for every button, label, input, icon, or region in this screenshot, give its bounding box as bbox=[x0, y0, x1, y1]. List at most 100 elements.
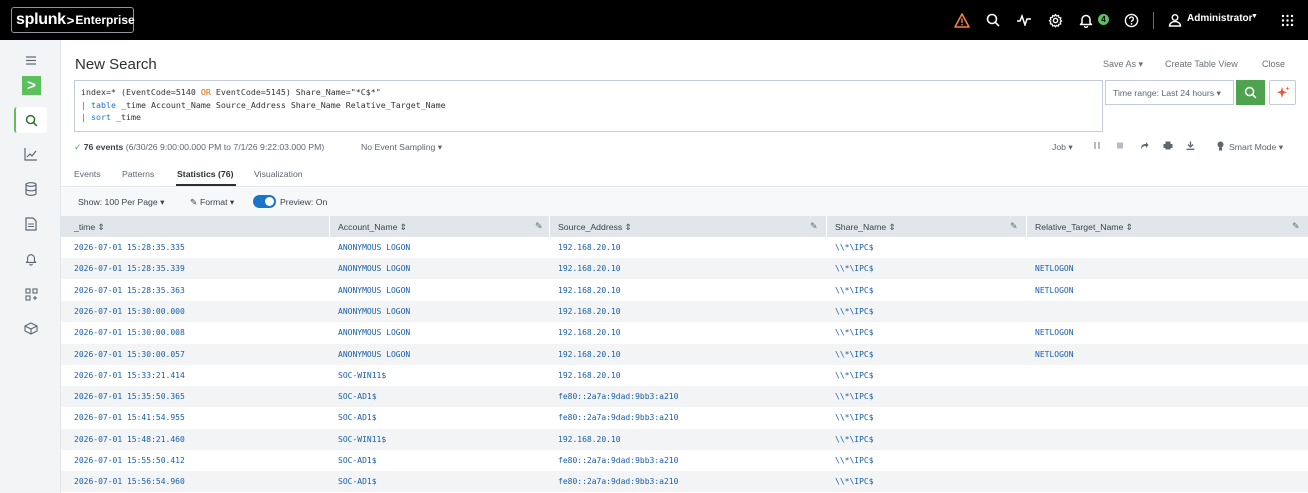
cell-relative-target-name[interactable]: NETLOGON bbox=[1035, 286, 1074, 295]
chevron-down-icon[interactable]: ▼ bbox=[1251, 13, 1258, 20]
cell-time[interactable]: 2026-07-01 15:35:50.365 bbox=[74, 392, 185, 401]
cell-account-name[interactable]: ANONYMOUS LOGON bbox=[338, 286, 410, 295]
cell-share-name[interactable]: \\*\IPC$ bbox=[835, 456, 874, 465]
cell-share-name[interactable]: \\*\IPC$ bbox=[835, 413, 874, 422]
cell-time[interactable]: 2026-07-01 15:48:21.460 bbox=[74, 435, 185, 444]
cell-time[interactable]: 2026-07-01 15:33:21.414 bbox=[74, 371, 185, 380]
cell-source-address[interactable]: fe80::2a7a:9dad:9bb3:a210 bbox=[558, 413, 678, 422]
table-row[interactable]: 2026-07-01 15:48:21.460 SOC-WIN11$ 192.168… bbox=[61, 428, 1308, 450]
cell-account-name[interactable]: SOC-AD1$ bbox=[338, 456, 377, 465]
user-menu-label[interactable]: Administrator bbox=[1187, 13, 1253, 24]
cell-source-address[interactable]: 192.168.20.10 bbox=[558, 328, 621, 337]
edit-column-icon[interactable]: ✎ bbox=[1010, 221, 1018, 232]
column-header-source-address[interactable]: Source_Address ⇕ bbox=[558, 216, 632, 237]
create-table-view-link[interactable]: Create Table View bbox=[1165, 59, 1238, 69]
share-icon[interactable] bbox=[1140, 141, 1149, 152]
splunk-logo[interactable]: splunk > Enterprise bbox=[11, 7, 135, 33]
packages-icon[interactable] bbox=[21, 318, 41, 338]
cell-source-address[interactable]: 192.168.20.10 bbox=[558, 350, 621, 359]
save-as-menu[interactable]: Save As ▾ bbox=[1103, 59, 1143, 70]
cell-source-address[interactable]: 192.168.20.10 bbox=[558, 243, 621, 252]
table-row[interactable]: 2026-07-01 15:28:35.335 ANONYMOUS LOGON 19… bbox=[61, 237, 1308, 258]
cell-share-name[interactable]: \\*\IPC$ bbox=[835, 435, 874, 444]
column-header-account-name[interactable]: Account_Name ⇕ bbox=[338, 216, 407, 237]
event-sampling-dropdown[interactable]: No Event Sampling ▾ bbox=[361, 142, 442, 153]
cell-account-name[interactable]: ANONYMOUS LOGON bbox=[338, 328, 410, 337]
table-row[interactable]: 2026-07-01 15:56:54.960 SOC-AD1$ fe80::2a7… bbox=[61, 471, 1308, 493]
run-search-button[interactable] bbox=[1236, 80, 1265, 105]
cell-share-name[interactable]: \\*\IPC$ bbox=[835, 328, 874, 337]
cell-time[interactable]: 2026-07-01 15:28:35.339 bbox=[74, 264, 185, 273]
table-row[interactable]: 2026-07-01 15:41:54.955 SOC-AD1$ fe80::2a7… bbox=[61, 407, 1308, 428]
bell-icon[interactable] bbox=[1077, 11, 1095, 29]
cell-time[interactable]: 2026-07-01 15:28:35.363 bbox=[74, 286, 185, 295]
activity-icon[interactable] bbox=[1015, 11, 1033, 29]
cell-time[interactable]: 2026-07-01 15:55:50.412 bbox=[74, 456, 185, 465]
cell-time[interactable]: 2026-07-01 15:56:54.960 bbox=[74, 477, 185, 486]
cell-share-name[interactable]: \\*\IPC$ bbox=[835, 243, 874, 252]
ai-assistant-button[interactable] bbox=[1269, 80, 1296, 105]
user-icon[interactable] bbox=[1166, 11, 1184, 29]
cell-time[interactable]: 2026-07-01 15:30:00.000 bbox=[74, 307, 185, 316]
cell-time[interactable]: 2026-07-01 15:30:00.008 bbox=[74, 328, 185, 337]
cell-share-name[interactable]: \\*\IPC$ bbox=[835, 307, 874, 316]
warning-icon[interactable] bbox=[953, 11, 971, 29]
cell-share-name[interactable]: \\*\IPC$ bbox=[835, 350, 874, 359]
cell-share-name[interactable]: \\*\IPC$ bbox=[835, 286, 874, 295]
apps-grid-icon[interactable] bbox=[1278, 11, 1296, 29]
tab-events[interactable]: Events bbox=[74, 169, 101, 179]
cell-source-address[interactable]: 192.168.20.10 bbox=[558, 264, 621, 273]
table-row[interactable]: 2026-07-01 15:33:21.414 SOC-WIN11$ 192.168… bbox=[61, 365, 1308, 386]
table-row[interactable]: 2026-07-01 15:55:50.412 SOC-AD1$ fe80::2a7… bbox=[61, 450, 1308, 471]
per-page-dropdown[interactable]: Show: 100 Per Page ▾ bbox=[78, 197, 164, 208]
cell-source-address[interactable]: 192.168.20.10 bbox=[558, 371, 621, 380]
app-launcher-icon[interactable]: > bbox=[22, 76, 41, 95]
reports-icon[interactable] bbox=[21, 214, 41, 234]
cell-account-name[interactable]: SOC-AD1$ bbox=[338, 413, 377, 422]
cell-source-address[interactable]: fe80::2a7a:9dad:9bb3:a210 bbox=[558, 477, 678, 486]
cell-account-name[interactable]: ANONYMOUS LOGON bbox=[338, 243, 410, 252]
cell-source-address[interactable]: fe80::2a7a:9dad:9bb3:a210 bbox=[558, 392, 678, 401]
datasets-icon[interactable] bbox=[21, 179, 41, 199]
print-icon[interactable] bbox=[1163, 141, 1173, 152]
preview-toggle[interactable] bbox=[253, 195, 276, 208]
cell-relative-target-name[interactable]: NETLOGON bbox=[1035, 264, 1074, 273]
help-icon[interactable] bbox=[1122, 11, 1140, 29]
column-header-relative-target-name[interactable]: Relative_Target_Name ⇕ bbox=[1035, 216, 1133, 237]
pause-icon[interactable] bbox=[1093, 141, 1101, 152]
search-icon[interactable] bbox=[984, 11, 1002, 29]
cell-account-name[interactable]: SOC-WIN11$ bbox=[338, 371, 386, 380]
edit-column-icon[interactable]: ✎ bbox=[810, 221, 818, 232]
cell-share-name[interactable]: \\*\IPC$ bbox=[835, 477, 874, 486]
table-row[interactable]: 2026-07-01 15:30:00.057 ANONYMOUS LOGON 19… bbox=[61, 343, 1308, 365]
menu-icon[interactable] bbox=[21, 50, 41, 70]
cell-time[interactable]: 2026-07-01 15:28:35.335 bbox=[74, 243, 185, 252]
gear-icon[interactable] bbox=[1046, 11, 1064, 29]
edit-column-icon[interactable]: ✎ bbox=[535, 221, 543, 232]
stop-icon[interactable] bbox=[1116, 141, 1124, 152]
close-link[interactable]: Close bbox=[1262, 59, 1285, 69]
tab-patterns[interactable]: Patterns bbox=[122, 169, 154, 179]
column-header-time[interactable]: _time ⇕ bbox=[74, 216, 105, 237]
table-row[interactable]: 2026-07-01 15:30:00.008 ANONYMOUS LOGON 19… bbox=[61, 322, 1308, 343]
export-icon[interactable] bbox=[1186, 141, 1195, 152]
chart-icon[interactable] bbox=[21, 144, 41, 164]
table-row[interactable]: 2026-07-01 15:35:50.365 SOC-AD1$ fe80::2a7… bbox=[61, 386, 1308, 408]
cell-account-name[interactable]: SOC-AD1$ bbox=[338, 392, 377, 401]
alerts-icon[interactable] bbox=[21, 249, 41, 269]
search-mode-dropdown[interactable]: Smart Mode ▾ bbox=[1229, 142, 1283, 153]
cell-time[interactable]: 2026-07-01 15:30:00.057 bbox=[74, 350, 185, 359]
time-range-picker[interactable]: Time range: Last 24 hours ▾ bbox=[1105, 80, 1234, 105]
format-dropdown[interactable]: Format ▾ bbox=[200, 197, 234, 208]
cell-share-name[interactable]: \\*\IPC$ bbox=[835, 371, 874, 380]
cell-source-address[interactable]: fe80::2a7a:9dad:9bb3:a210 bbox=[558, 456, 678, 465]
cell-account-name[interactable]: ANONYMOUS LOGON bbox=[338, 350, 410, 359]
cell-account-name[interactable]: ANONYMOUS LOGON bbox=[338, 264, 410, 273]
table-row[interactable]: 2026-07-01 15:28:35.339 ANONYMOUS LOGON 19… bbox=[61, 258, 1308, 280]
cell-account-name[interactable]: SOC-AD1$ bbox=[338, 477, 377, 486]
tab-visualization[interactable]: Visualization bbox=[254, 169, 303, 179]
cell-time[interactable]: 2026-07-01 15:41:54.955 bbox=[74, 413, 185, 422]
cell-share-name[interactable]: \\*\IPC$ bbox=[835, 264, 874, 273]
column-header-share-name[interactable]: Share_Name ⇕ bbox=[835, 216, 896, 237]
dashboards-icon[interactable] bbox=[21, 284, 41, 304]
